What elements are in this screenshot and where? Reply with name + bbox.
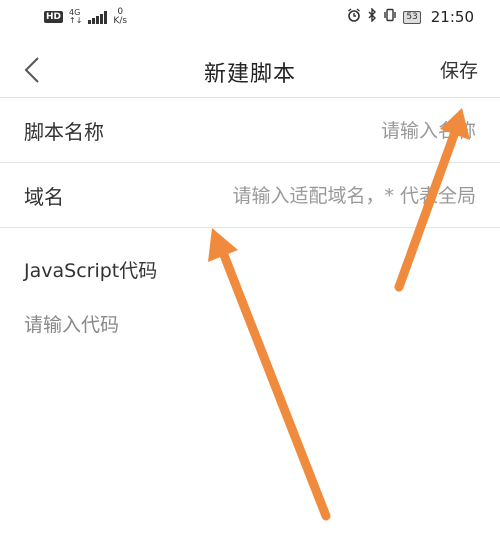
script-name-row: 脚本名称 — [0, 99, 500, 163]
network-activity: ↑↓ — [69, 16, 83, 25]
status-time: 21:50 — [430, 8, 474, 26]
domain-row: 域名 — [0, 164, 500, 228]
signal-icon — [88, 10, 108, 24]
screen: HD 4G ↑↓ 0 K/s 53 21:50 新建脚本 保存 脚本名称 请输入… — [0, 0, 500, 540]
domain-label: 域名 — [24, 185, 64, 209]
code-label: JavaScript代码 — [24, 260, 158, 282]
network-type: 4G ↑↓ — [69, 9, 82, 25]
code-input[interactable] — [24, 310, 474, 510]
status-left: HD 4G ↑↓ 0 K/s — [44, 8, 127, 26]
network-speed: 0 K/s — [113, 8, 127, 26]
script-name-label: 脚本名称 — [24, 120, 104, 144]
speed-unit: K/s — [113, 16, 128, 26]
script-name-input[interactable] — [176, 119, 476, 142]
bluetooth-icon — [367, 7, 377, 26]
status-right: 53 21:50 — [347, 7, 474, 26]
battery-icon: 53 — [403, 10, 421, 24]
page-title: 新建脚本 — [203, 62, 296, 87]
vibrate-icon — [383, 8, 397, 26]
domain-input[interactable] — [156, 184, 476, 207]
status-bar: HD 4G ↑↓ 0 K/s 53 21:50 — [0, 0, 500, 34]
save-button[interactable]: 保存 — [440, 56, 478, 83]
alarm-icon — [347, 8, 361, 26]
title-bar: 新建脚本 保存 — [0, 44, 500, 98]
hd-badge: HD — [44, 11, 64, 23]
